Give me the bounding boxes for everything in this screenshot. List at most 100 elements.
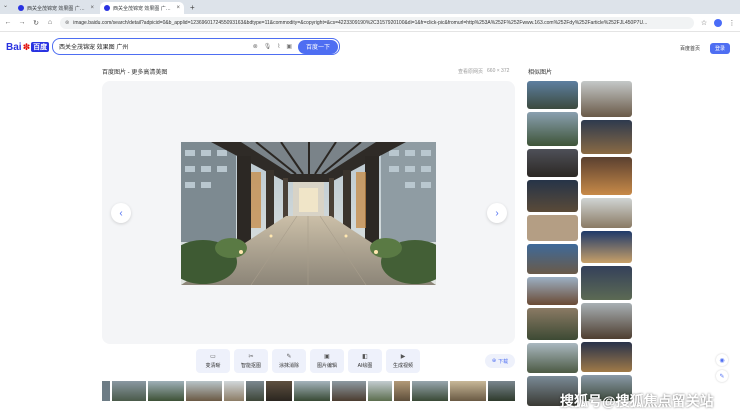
similar-image[interactable] <box>527 244 578 274</box>
browser-toolbar: ← → ↻ ⌂ ⊜ image.baidu.com/search/detail?… <box>0 14 740 32</box>
forward-icon[interactable]: → <box>18 19 26 26</box>
view-source-link[interactable]: 查看原网页 <box>458 68 483 75</box>
thumbnail[interactable] <box>450 381 486 401</box>
menu-icon[interactable]: ⋮ <box>728 19 736 27</box>
tool-ai-image-button[interactable]: ◧ AI绘图 <box>348 349 382 373</box>
similar-image[interactable] <box>527 112 578 146</box>
logo-text: Bai <box>6 41 22 53</box>
tool-label: 生成视频 <box>392 363 413 369</box>
thumbnail[interactable] <box>112 381 146 401</box>
image-dimensions: 660 × 372 <box>487 68 510 74</box>
next-image-button[interactable]: › <box>487 203 507 223</box>
baidu-header: Bai ✽ 百度 西关全茂锦宠 效果图 广州 ⊗ 🎙︎ ⌇ ▣ 百度一下 百度首… <box>0 33 740 61</box>
similar-image[interactable] <box>527 343 578 373</box>
chevron-left-icon: ‹ <box>119 207 123 219</box>
similar-image[interactable] <box>527 149 578 177</box>
image-tools: ▭ 变清晰 ✂ 智能抠图 ✎ 涂抹消除 ▣ 图片编辑 ◧ AI绘图 ▶ 生成视频 <box>196 349 420 373</box>
search-button[interactable]: 百度一下 <box>298 39 338 54</box>
assistant-icon[interactable]: ◉ <box>716 354 728 366</box>
feedback-edit-icon[interactable]: ✎ <box>716 370 728 382</box>
similar-image[interactable] <box>581 303 632 339</box>
tool-label: 变清晰 <box>205 363 221 369</box>
attach-icon[interactable]: ⌇ <box>277 43 280 50</box>
search-box: 西关全茂锦宠 效果图 广州 ⊗ 🎙︎ ⌇ ▣ 百度一下 <box>52 38 340 55</box>
similar-image[interactable] <box>581 231 632 263</box>
logo-cn: 百度 <box>31 42 50 52</box>
tool-video-button[interactable]: ▶ 生成视频 <box>386 349 420 373</box>
similar-image[interactable] <box>581 81 632 117</box>
tool-label: 涂抹消除 <box>278 363 299 369</box>
download-icon: ⊕ <box>491 358 497 364</box>
previous-image-button[interactable]: ‹ <box>111 203 131 223</box>
tab-title: 西关全茂锦宠 效果图 广州的 <box>113 5 174 12</box>
close-tab-icon[interactable]: × <box>176 5 180 11</box>
address-bar[interactable]: ⊜ image.baidu.com/search/detail?adpicid=… <box>60 16 694 29</box>
thumbnail[interactable] <box>332 381 366 401</box>
home-icon[interactable]: ⌂ <box>46 19 54 26</box>
breadcrumb[interactable]: 百度图片 - 更多高清美图 <box>102 67 167 76</box>
thumbnail[interactable] <box>266 381 292 401</box>
main-image[interactable] <box>181 142 436 285</box>
thumbnail[interactable] <box>246 381 264 401</box>
thumbnail[interactable] <box>488 381 515 401</box>
smart-crop-icon: ✂ <box>248 354 254 360</box>
new-tab-button[interactable]: + <box>186 2 199 14</box>
hd-icon: ▭ <box>210 354 216 360</box>
tool-image-edit-button[interactable]: ▣ 图片编辑 <box>310 349 344 373</box>
similar-image[interactable] <box>527 277 578 305</box>
thumbnail[interactable] <box>394 381 410 401</box>
browser-tab-1[interactable]: 西关全茂锦宠 效果图 广州_百 × <box>14 2 98 14</box>
tool-eraser-button[interactable]: ✎ 涂抹消除 <box>272 349 306 373</box>
thumbnail[interactable] <box>102 381 110 401</box>
thumbnail[interactable] <box>368 381 392 401</box>
similar-column-2 <box>581 81 632 401</box>
tool-enhance-button[interactable]: ▭ 变清晰 <box>196 349 230 373</box>
tab-title: 西关全茂锦宠 效果图 广州_百 <box>27 5 88 12</box>
thumbnail[interactable] <box>412 381 448 401</box>
similar-image[interactable] <box>527 180 578 212</box>
thumbnail[interactable] <box>148 381 184 401</box>
thumbnail[interactable] <box>186 381 222 401</box>
similar-image[interactable] <box>581 198 632 228</box>
url-text: image.baidu.com/search/detail?adpicid=0&… <box>73 19 648 26</box>
clear-icon[interactable]: ⊗ <box>253 43 258 50</box>
thumbnail-strip <box>102 381 515 401</box>
video-icon: ▶ <box>400 354 406 360</box>
search-input[interactable]: 西关全茂锦宠 效果图 广州 <box>59 42 253 51</box>
similar-image[interactable] <box>581 266 632 300</box>
reload-icon[interactable]: ↻ <box>32 19 40 27</box>
browser-tab-2[interactable]: 西关全茂锦宠 效果图 广州的 × <box>100 2 184 14</box>
microphone-icon[interactable]: 🎙︎ <box>264 43 272 50</box>
similar-image[interactable] <box>527 308 578 340</box>
thumbnail[interactable] <box>294 381 330 401</box>
download-button[interactable]: ⊕ 下载 <box>485 354 515 368</box>
similar-image[interactable] <box>527 215 578 241</box>
close-tab-icon[interactable]: × <box>90 5 94 11</box>
chevron-right-icon: › <box>495 207 499 219</box>
image-edit-icon: ▣ <box>324 354 330 360</box>
baidu-favicon-icon <box>18 5 24 11</box>
profile-avatar[interactable] <box>714 18 722 27</box>
tool-label: 智能抠图 <box>240 363 261 369</box>
similar-image[interactable] <box>581 157 632 195</box>
similar-image[interactable] <box>581 342 632 372</box>
similar-column-1 <box>527 81 578 406</box>
back-icon[interactable]: ← <box>4 19 12 26</box>
login-button[interactable]: 登录 <box>709 43 730 54</box>
site-info-icon[interactable]: ⊜ <box>65 20 69 26</box>
eraser-icon: ✎ <box>286 354 292 360</box>
similar-image[interactable] <box>581 120 632 154</box>
image-meta: 查看原网页 660 × 372 <box>458 68 509 75</box>
tool-smart-crop-button[interactable]: ✂ 智能抠图 <box>234 349 268 373</box>
bookmark-star-icon[interactable]: ☆ <box>700 19 708 27</box>
thumbnail[interactable] <box>224 381 244 401</box>
watermark: 搜狐号@搜狐焦点留关站 <box>560 393 714 409</box>
similar-images-title: 相似图片 <box>528 70 553 76</box>
tool-label: 图片编辑 <box>316 363 337 369</box>
baidu-logo[interactable]: Bai ✽ 百度 <box>6 42 50 53</box>
tab-search-icon[interactable]: ⌄ <box>3 2 8 9</box>
similar-image[interactable] <box>527 81 578 109</box>
baidu-home-link[interactable]: 百度首页 <box>680 45 700 52</box>
ai-image-icon: ◧ <box>362 354 368 360</box>
camera-icon[interactable]: ▣ <box>286 43 292 50</box>
